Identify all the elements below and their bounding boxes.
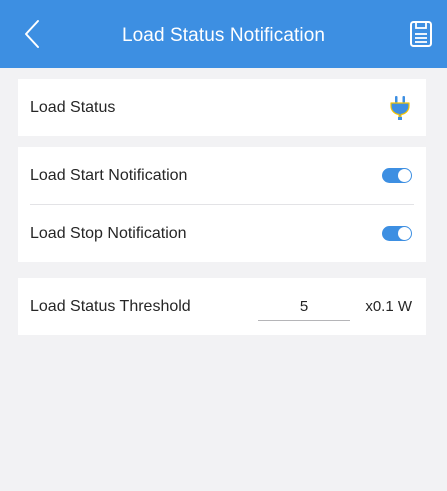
load-start-notification-toggle[interactable] <box>382 168 412 183</box>
load-stop-notification-row: Load Stop Notification <box>18 205 426 262</box>
notification-card: Load Start Notification Load Stop Notifi… <box>18 147 426 262</box>
toggle-knob <box>398 227 411 240</box>
plug-icon <box>390 96 410 120</box>
header-bar: Load Status Notification <box>0 0 447 68</box>
threshold-row: Load Status Threshold x0.1 W <box>18 278 426 335</box>
threshold-card: Load Status Threshold x0.1 W <box>18 278 426 335</box>
threshold-input[interactable] <box>258 292 350 321</box>
load-start-notification-label: Load Start Notification <box>30 167 188 184</box>
load-start-notification-row: Load Start Notification <box>18 147 426 204</box>
load-status-card: Load Status <box>18 79 426 136</box>
threshold-label: Load Status Threshold <box>30 298 191 315</box>
save-document-icon[interactable] <box>409 20 433 48</box>
app-screen: Load Status Notification Load Status Loa… <box>0 0 447 491</box>
load-status-label: Load Status <box>30 99 116 116</box>
load-stop-notification-toggle[interactable] <box>382 226 412 241</box>
page-title: Load Status Notification <box>121 25 326 46</box>
load-status-row: Load Status <box>18 79 426 136</box>
load-stop-notification-label: Load Stop Notification <box>30 225 187 242</box>
threshold-unit-label: x0.1 W <box>365 298 412 315</box>
toggle-knob <box>398 169 411 182</box>
